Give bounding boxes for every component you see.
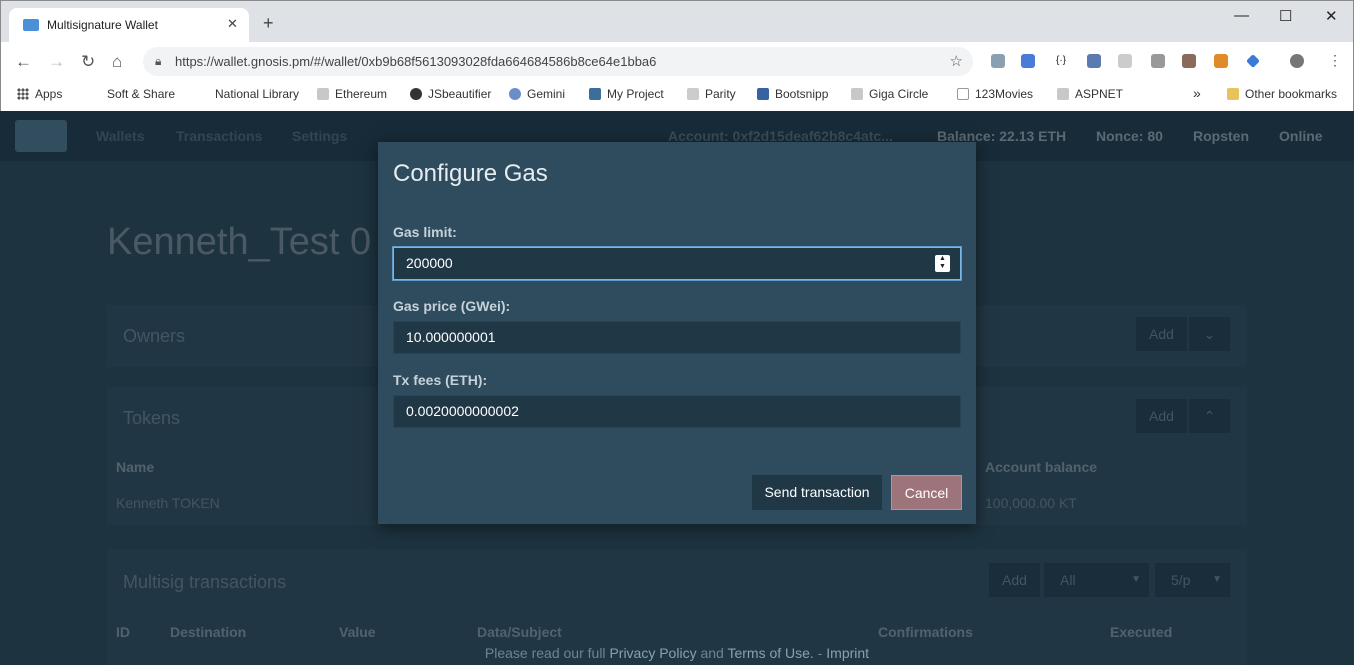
cancel-button[interactable]: Cancel bbox=[891, 475, 962, 510]
pen-extension-icon[interactable] bbox=[1087, 54, 1101, 68]
bookmark-icon bbox=[509, 88, 521, 100]
bookmark-item[interactable]: National Library bbox=[197, 87, 299, 101]
bookmark-icon bbox=[757, 88, 769, 100]
minimize-icon[interactable]: — bbox=[1234, 7, 1249, 24]
diamond-extension-icon[interactable] bbox=[1246, 54, 1260, 68]
bookmark-item[interactable]: Ethereum bbox=[317, 87, 387, 101]
imprint-link[interactable]: Imprint bbox=[826, 645, 869, 661]
translate-extension-icon[interactable] bbox=[1021, 54, 1035, 68]
bookmark-item[interactable]: Bootsnipp bbox=[757, 87, 828, 101]
send-transaction-button[interactable]: Send transaction bbox=[752, 475, 882, 510]
bookmark-icon bbox=[197, 88, 209, 100]
close-window-icon[interactable]: ✕ bbox=[1325, 7, 1338, 25]
bookmark-icon bbox=[1057, 88, 1069, 100]
dialog-title: Configure Gas bbox=[393, 160, 548, 187]
bookmark-icon bbox=[687, 88, 699, 100]
new-tab-icon[interactable]: + bbox=[263, 13, 274, 34]
bookmark-item[interactable]: 123Movies bbox=[957, 87, 1033, 101]
tx-fees-field: 0.0020000000002 bbox=[393, 395, 961, 428]
json-extension-icon[interactable]: {·} bbox=[1054, 54, 1068, 68]
menu-icon[interactable]: ⋮ bbox=[1328, 52, 1342, 69]
maximize-icon[interactable]: ☐ bbox=[1279, 7, 1292, 25]
back-icon[interactable]: ← bbox=[15, 52, 32, 72]
bookmark-icon bbox=[410, 88, 422, 100]
folder-icon bbox=[1227, 88, 1239, 100]
bookmark-item[interactable]: Giga Circle bbox=[851, 87, 928, 101]
bookmark-star-icon[interactable]: ☆ bbox=[950, 52, 963, 70]
arrow-extension-icon[interactable] bbox=[1118, 54, 1132, 68]
reload-icon[interactable]: ↻ bbox=[81, 52, 95, 72]
profile-avatar[interactable] bbox=[1290, 54, 1304, 68]
browser-toolbar: ← → ↻ ⌂ 🔒︎ https://wallet.gnosis.pm/#/wa… bbox=[1, 42, 1353, 81]
extension-icon[interactable] bbox=[991, 54, 1005, 68]
url-text: https://wallet.gnosis.pm/#/wallet/0xb9b6… bbox=[175, 54, 657, 69]
wallet-favicon-icon bbox=[23, 19, 39, 31]
terms-link[interactable]: Terms of Use. bbox=[727, 645, 813, 661]
privacy-policy-link[interactable]: Privacy Policy bbox=[609, 645, 696, 661]
home-icon[interactable]: ⌂ bbox=[112, 52, 122, 72]
bookmark-item[interactable]: Parity bbox=[687, 87, 736, 101]
gas-limit-input[interactable]: 200000 ▲ ▼ bbox=[393, 247, 961, 280]
camera-extension-icon[interactable] bbox=[1151, 54, 1165, 68]
configure-gas-dialog: Configure Gas Gas limit: 200000 ▲ ▼ Gas p… bbox=[378, 142, 976, 524]
other-bookmarks[interactable]: Other bookmarks bbox=[1227, 87, 1337, 101]
tab-close-icon[interactable]: ✕ bbox=[227, 16, 238, 32]
footer: Please read our full Privacy Policy and … bbox=[484, 645, 870, 661]
bookmark-item[interactable]: My Project bbox=[589, 87, 664, 101]
apps-icon bbox=[17, 88, 29, 100]
tool-extension-icon[interactable] bbox=[1182, 54, 1196, 68]
gas-price-label: Gas price (GWei): bbox=[393, 298, 511, 314]
bookmark-icon bbox=[957, 88, 969, 100]
bookmark-item[interactable]: Apps bbox=[17, 87, 62, 101]
metamask-extension-icon[interactable] bbox=[1214, 54, 1228, 68]
forward-icon[interactable]: → bbox=[48, 52, 65, 72]
number-stepper-icon[interactable]: ▲ ▼ bbox=[935, 255, 950, 272]
tab-strip: Multisignature Wallet ✕ + — ☐ ✕ bbox=[1, 1, 1353, 42]
bookmark-item[interactable]: ASPNET bbox=[1057, 87, 1123, 101]
bookmarks-bar: Apps Soft & Share National Library Ether… bbox=[1, 81, 1353, 111]
bookmark-item[interactable]: JSbeautifier bbox=[410, 87, 491, 101]
lock-icon: 🔒︎ bbox=[155, 54, 162, 68]
address-bar[interactable]: 🔒︎ https://wallet.gnosis.pm/#/wallet/0xb… bbox=[143, 47, 973, 76]
bookmark-item[interactable]: Soft & Share bbox=[89, 87, 175, 101]
gas-price-input[interactable]: 10.000000001 bbox=[393, 321, 961, 354]
tx-fees-label: Tx fees (ETH): bbox=[393, 372, 488, 388]
bookmark-icon bbox=[589, 88, 601, 100]
gas-limit-label: Gas limit: bbox=[393, 224, 457, 240]
browser-chrome: Multisignature Wallet ✕ + — ☐ ✕ ← → ↻ ⌂ … bbox=[0, 0, 1354, 111]
bookmark-icon bbox=[89, 88, 101, 100]
bookmark-item[interactable]: Gemini bbox=[509, 87, 565, 101]
tab-title: Multisignature Wallet bbox=[47, 18, 158, 32]
more-bookmarks-button[interactable]: » bbox=[1193, 85, 1201, 101]
bookmark-icon bbox=[317, 88, 329, 100]
browser-tab[interactable]: Multisignature Wallet ✕ bbox=[9, 8, 249, 42]
bookmark-icon bbox=[851, 88, 863, 100]
